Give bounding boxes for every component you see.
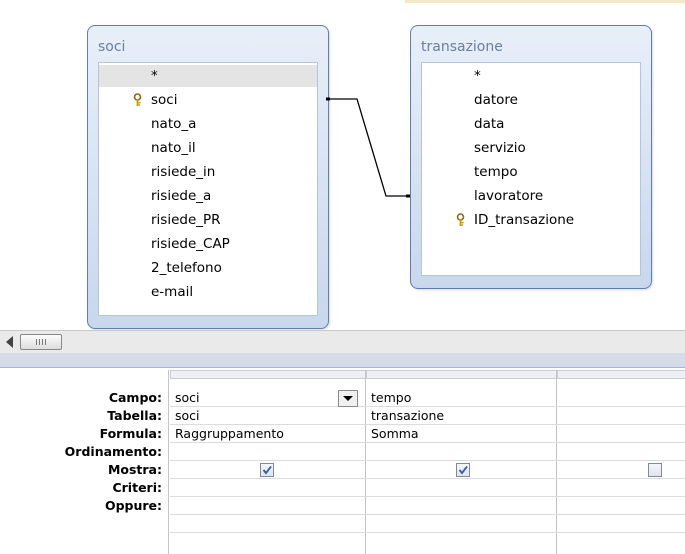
pane-splitter[interactable] [0, 353, 685, 368]
row-label-criteri: Criteri: [112, 480, 162, 495]
field-label: nato_il [151, 140, 196, 156]
horizontal-scrollbar[interactable] [0, 330, 685, 353]
table-window-transazione[interactable]: transazione * datore data servizio tempo… [410, 25, 652, 289]
field-label: risiede_CAP [151, 236, 230, 252]
field-list-transazione[interactable]: * datore data servizio tempo lavoratore … [421, 62, 641, 276]
scroll-left-arrow-icon[interactable] [6, 336, 13, 348]
field-label: data [474, 116, 505, 132]
field-2-telefono[interactable]: 2_telefono [99, 257, 317, 279]
field-tempo[interactable]: tempo [422, 161, 640, 183]
field-risiede-in[interactable]: risiede_in [99, 161, 317, 183]
formula-cell[interactable]: Somma [371, 425, 419, 443]
campo-cell[interactable]: soci [175, 389, 335, 407]
tabella-cell[interactable]: soci [175, 407, 200, 425]
ordinamento-cell[interactable] [562, 443, 680, 461]
field-label: risiede_a [151, 188, 212, 204]
field-label: e-mail [151, 284, 194, 300]
row-label-mostra: Mostra: [107, 462, 162, 477]
mostra-checkbox[interactable] [648, 463, 662, 477]
field-data[interactable]: data [422, 113, 640, 135]
field-label: nato_a [151, 116, 197, 132]
field-label: risiede_PR [151, 212, 221, 228]
primary-key-icon [133, 93, 142, 106]
formula-cell[interactable]: Raggruppamento [175, 425, 284, 443]
oppure-cell[interactable] [175, 497, 360, 515]
tabella-cell[interactable] [562, 407, 680, 425]
formula-cell[interactable] [562, 425, 680, 443]
table-window-soci[interactable]: soci * soci nato_a nato_il risiede_in ri… [87, 25, 329, 329]
checkmark-icon [458, 465, 468, 475]
row-label-formula: Formula: [99, 426, 162, 441]
row-label-campo: Campo: [108, 390, 162, 405]
campo-dropdown-button[interactable] [338, 390, 358, 407]
field-risiede-pr[interactable]: risiede_PR [99, 209, 317, 231]
table-title-transazione: transazione [421, 39, 503, 55]
ordinamento-cell[interactable] [371, 443, 551, 461]
grid-divider [365, 370, 366, 554]
field-nato-a[interactable]: nato_a [99, 113, 317, 135]
campo-cell[interactable] [562, 389, 680, 407]
field-risiede-a[interactable]: risiede_a [99, 185, 317, 207]
table-title-soci: soci [98, 39, 126, 55]
mostra-checkbox[interactable] [456, 463, 470, 477]
row-label-ordinamento: Ordinamento: [64, 444, 162, 459]
ordinamento-cell[interactable] [175, 443, 360, 461]
tabella-cell[interactable]: transazione [371, 407, 444, 425]
field-label: lavoratore [474, 188, 544, 204]
grid-divider [556, 370, 557, 554]
field-risiede-cap[interactable]: risiede_CAP [99, 233, 317, 255]
field-datore[interactable]: datore [422, 89, 640, 111]
mostra-checkbox[interactable] [260, 463, 274, 477]
chevron-down-icon [343, 396, 353, 401]
column-selector[interactable] [366, 370, 557, 379]
field-e-mail[interactable]: e-mail [99, 281, 317, 303]
primary-key-icon [456, 213, 465, 226]
field-label: tempo [474, 164, 518, 180]
row-label-tabella: Tabella: [107, 408, 162, 423]
criteri-cell[interactable] [175, 479, 360, 497]
field-label: servizio [474, 140, 526, 156]
grid-divider [168, 370, 169, 554]
oppure-cell[interactable] [371, 497, 551, 515]
field-label: 2_telefono [151, 260, 222, 276]
grid-row-divider [170, 532, 685, 533]
campo-cell[interactable]: tempo [371, 389, 411, 407]
field-label: ID_transazione [474, 212, 575, 228]
oppure-cell[interactable] [562, 497, 680, 515]
field-all-transazione[interactable]: * [422, 65, 640, 87]
field-all-soci[interactable]: * [99, 65, 317, 87]
checkmark-icon [262, 465, 272, 475]
column-selector[interactable] [170, 370, 366, 379]
row-label-oppure: Oppure: [104, 498, 162, 513]
field-label: * [474, 68, 481, 84]
column-selector[interactable] [557, 370, 685, 379]
field-label: * [151, 68, 158, 84]
field-label: risiede_in [151, 164, 216, 180]
query-design-pane: soci * soci nato_a nato_il risiede_in ri… [0, 0, 685, 330]
field-label: datore [474, 92, 518, 108]
field-label: soci [151, 92, 178, 108]
query-grid: Campo: Tabella: Formula: Ordinamento: Mo… [0, 368, 685, 554]
field-nato-il[interactable]: nato_il [99, 137, 317, 159]
field-list-soci[interactable]: * soci nato_a nato_il risiede_in risiede… [98, 62, 318, 316]
criteri-cell[interactable] [371, 479, 551, 497]
field-id-transazione[interactable]: ID_transazione [422, 209, 640, 231]
scrollbar-thumb[interactable] [20, 334, 62, 350]
pane-top-accent [405, 0, 685, 3]
field-soci[interactable]: soci [99, 89, 317, 111]
field-lavoratore[interactable]: lavoratore [422, 185, 640, 207]
field-servizio[interactable]: servizio [422, 137, 640, 159]
criteri-cell[interactable] [562, 479, 680, 497]
